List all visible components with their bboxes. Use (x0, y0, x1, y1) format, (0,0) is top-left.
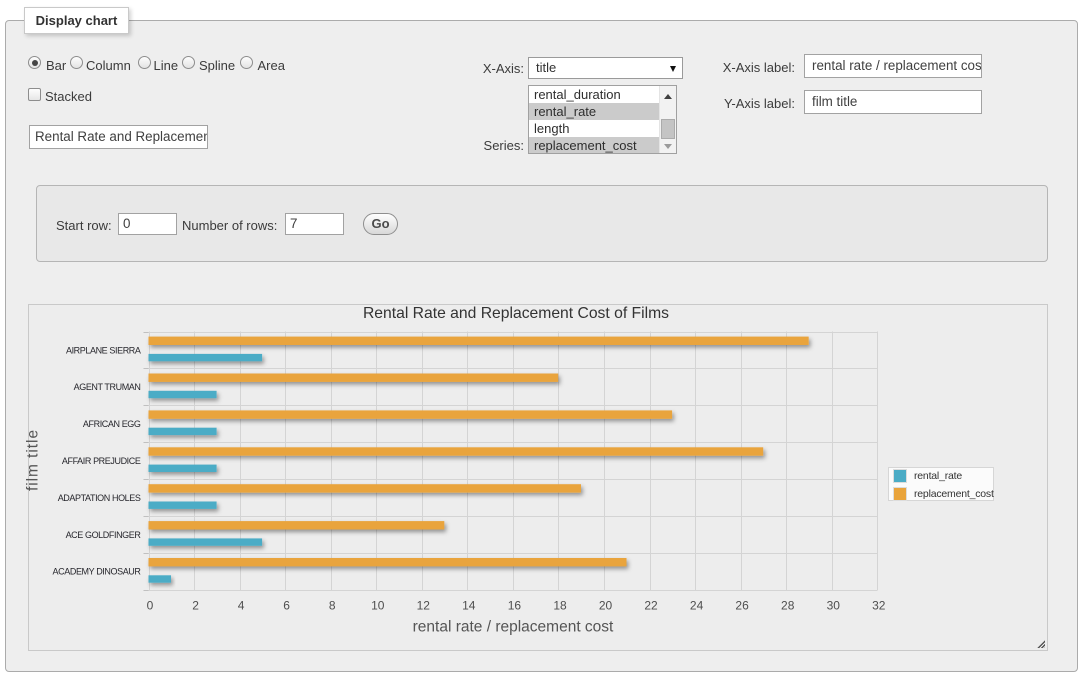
svg-text:24: 24 (690, 598, 704, 612)
svg-text:10: 10 (371, 598, 385, 612)
svg-text:4: 4 (238, 598, 245, 612)
svg-text:14: 14 (462, 598, 476, 612)
svg-text:20: 20 (599, 598, 613, 612)
svg-text:2: 2 (192, 598, 199, 612)
svg-text:28: 28 (781, 598, 795, 612)
svg-text:AFRICAN EGG: AFRICAN EGG (83, 419, 141, 429)
svg-text:ACADEMY DINOSAUR: ACADEMY DINOSAUR (53, 567, 142, 577)
svg-text:film title: film title (25, 429, 42, 491)
svg-text:Rental Rate and Replacement Co: Rental Rate and Replacement Cost of Film… (363, 305, 669, 322)
svg-text:8: 8 (329, 598, 336, 612)
svg-text:16: 16 (508, 598, 522, 612)
svg-text:ACE GOLDFINGER: ACE GOLDFINGER (66, 530, 142, 540)
svg-text:AFFAIR PREJUDICE: AFFAIR PREJUDICE (62, 456, 141, 466)
svg-text:0: 0 (147, 598, 154, 612)
svg-text:AGENT TRUMAN: AGENT TRUMAN (74, 382, 141, 392)
svg-text:AIRPLANE SIERRA: AIRPLANE SIERRA (66, 345, 141, 355)
svg-text:30: 30 (827, 598, 841, 612)
svg-text:22: 22 (644, 598, 658, 612)
svg-text:rental rate / replacement cost: rental rate / replacement cost (413, 619, 614, 636)
svg-text:32: 32 (872, 598, 886, 612)
svg-text:18: 18 (553, 598, 567, 612)
svg-text:ADAPTATION HOLES: ADAPTATION HOLES (58, 493, 141, 503)
svg-text:26: 26 (735, 598, 749, 612)
svg-text:6: 6 (283, 598, 290, 612)
svg-text:12: 12 (417, 598, 431, 612)
